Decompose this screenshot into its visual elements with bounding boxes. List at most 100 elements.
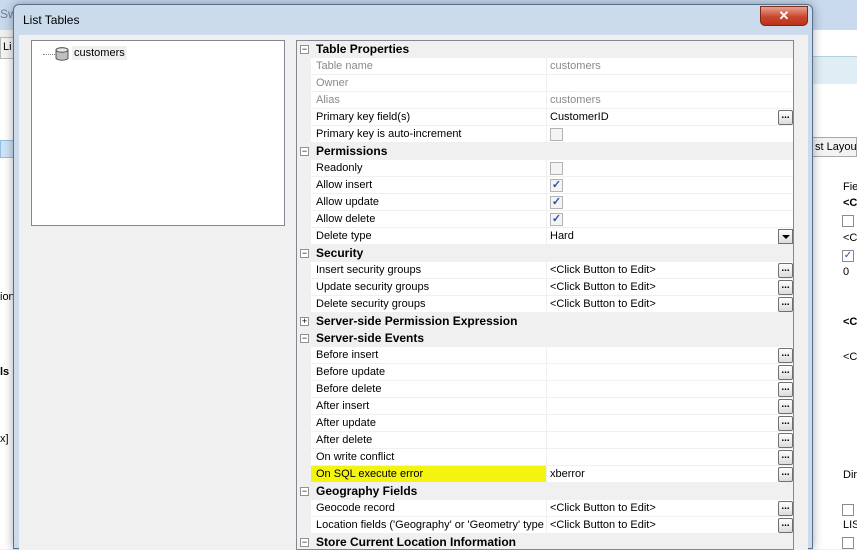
- ellipsis-button[interactable]: ...: [778, 433, 793, 448]
- property-row[interactable]: Location fields ('Geography' or 'Geometr…: [297, 517, 793, 534]
- ellipsis-button[interactable]: ...: [778, 365, 793, 380]
- property-row[interactable]: Before insert...: [297, 347, 793, 364]
- property-value: customers: [547, 92, 793, 109]
- collapse-icon[interactable]: −: [300, 487, 309, 496]
- checked-checkbox[interactable]: ✓: [550, 179, 563, 192]
- ellipsis-button[interactable]: ...: [778, 399, 793, 414]
- property-value-text: <Click Button to Edit>: [550, 298, 656, 310]
- tree-item-customers[interactable]: customers: [72, 46, 127, 60]
- property-value[interactable]: <Click Button to Edit>...: [547, 279, 793, 296]
- property-name: Location fields ('Geography' or 'Geometr…: [311, 517, 547, 534]
- property-row[interactable]: Owner: [297, 75, 793, 92]
- category-row[interactable]: − Permissions: [297, 143, 793, 160]
- property-row[interactable]: Before delete...: [297, 381, 793, 398]
- category-row[interactable]: − Table Properties: [297, 41, 793, 58]
- ellipsis-button[interactable]: ...: [778, 297, 793, 312]
- background-right-checkbox[interactable]: [842, 504, 854, 516]
- property-value[interactable]: ...: [547, 415, 793, 432]
- ellipsis-button[interactable]: ...: [778, 416, 793, 431]
- property-value[interactable]: ...: [547, 364, 793, 381]
- property-row[interactable]: Primary key is auto-increment: [297, 126, 793, 143]
- category-row[interactable]: − Server-side Events: [297, 330, 793, 347]
- property-value[interactable]: ...: [547, 449, 793, 466]
- property-value-text: customers: [550, 60, 601, 72]
- property-row[interactable]: Geocode record <Click Button to Edit>...: [297, 500, 793, 517]
- property-value[interactable]: <Click Button to Edit>...: [547, 262, 793, 279]
- checked-checkbox[interactable]: ✓: [550, 196, 563, 209]
- background-right-checkbox[interactable]: [842, 215, 854, 227]
- property-row[interactable]: On SQL execute error xberror...: [297, 466, 793, 483]
- property-row[interactable]: Before update...: [297, 364, 793, 381]
- property-row[interactable]: Allow update ✓: [297, 194, 793, 211]
- checked-checkbox[interactable]: ✓: [550, 213, 563, 226]
- property-value[interactable]: <Click Button to Edit>...: [547, 296, 793, 313]
- background-left-text: ls: [0, 366, 10, 378]
- background-tab-label: Li: [3, 41, 12, 53]
- property-value[interactable]: ✓: [547, 211, 793, 228]
- property-value[interactable]: [547, 160, 793, 177]
- property-value[interactable]: Hard: [547, 228, 793, 245]
- expand-icon[interactable]: +: [300, 317, 309, 326]
- background-right-tab[interactable]: st Layout: [812, 137, 857, 157]
- property-value[interactable]: ...: [547, 432, 793, 449]
- row-gutter: [297, 347, 311, 364]
- background-right-checkbox[interactable]: ✓: [842, 250, 854, 262]
- property-row[interactable]: On write conflict...: [297, 449, 793, 466]
- collapse-icon[interactable]: −: [300, 147, 309, 156]
- property-row[interactable]: Alias customers: [297, 92, 793, 109]
- category-row[interactable]: + Server-side Permission Expression: [297, 313, 793, 330]
- property-row[interactable]: Primary key field(s) CustomerID...: [297, 109, 793, 126]
- ellipsis-button[interactable]: ...: [778, 110, 793, 125]
- property-row[interactable]: Update security groups <Click Button to E…: [297, 279, 793, 296]
- close-button[interactable]: ✕: [760, 6, 808, 26]
- property-row[interactable]: Readonly: [297, 160, 793, 177]
- collapse-icon[interactable]: −: [300, 334, 309, 343]
- background-left-text: x]: [0, 433, 9, 445]
- property-value[interactable]: ...: [547, 381, 793, 398]
- background-right-checkbox[interactable]: [842, 537, 854, 549]
- ellipsis-button[interactable]: ...: [778, 280, 793, 295]
- property-value[interactable]: xberror...: [547, 466, 793, 483]
- property-value[interactable]: <Click Button to Edit>...: [547, 517, 793, 534]
- property-row[interactable]: Insert security groups <Click Button to E…: [297, 262, 793, 279]
- collapse-icon[interactable]: −: [300, 538, 309, 547]
- property-grid[interactable]: − Table Properties Table name customers Owne…: [296, 40, 794, 550]
- property-row[interactable]: Allow insert ✓: [297, 177, 793, 194]
- checkbox[interactable]: [550, 128, 563, 141]
- property-value[interactable]: ✓: [547, 194, 793, 211]
- category-label: Geography Fields: [316, 484, 418, 498]
- ellipsis-button[interactable]: ...: [778, 518, 793, 533]
- background-right-cell: LIS: [843, 519, 857, 531]
- background-right-tab-label: st Layout: [815, 141, 857, 153]
- property-value[interactable]: ✓: [547, 177, 793, 194]
- category-row[interactable]: − Store Current Location Information: [297, 534, 793, 549]
- property-value[interactable]: ...: [547, 398, 793, 415]
- ellipsis-button[interactable]: ...: [778, 348, 793, 363]
- collapse-icon[interactable]: −: [300, 45, 309, 54]
- checkbox[interactable]: [550, 162, 563, 175]
- category-row[interactable]: − Security: [297, 245, 793, 262]
- ellipsis-button[interactable]: ...: [778, 467, 793, 482]
- property-name: After delete: [311, 432, 547, 449]
- ellipsis-button[interactable]: ...: [778, 263, 793, 278]
- ellipsis-button[interactable]: ...: [778, 382, 793, 397]
- collapse-icon[interactable]: −: [300, 249, 309, 258]
- ellipsis-button[interactable]: ...: [778, 450, 793, 465]
- property-row[interactable]: Delete type Hard: [297, 228, 793, 245]
- property-row[interactable]: After insert...: [297, 398, 793, 415]
- property-row[interactable]: Allow delete ✓: [297, 211, 793, 228]
- property-row[interactable]: After update...: [297, 415, 793, 432]
- property-value[interactable]: <Click Button to Edit>...: [547, 500, 793, 517]
- property-name: Alias: [311, 92, 547, 109]
- property-value[interactable]: CustomerID...: [547, 109, 793, 126]
- category-row[interactable]: − Geography Fields: [297, 483, 793, 500]
- ellipsis-button[interactable]: ...: [778, 501, 793, 516]
- property-value[interactable]: ...: [547, 347, 793, 364]
- property-row[interactable]: Delete security groups <Click Button to E…: [297, 296, 793, 313]
- property-value[interactable]: [547, 126, 793, 143]
- chevron-down-icon[interactable]: [778, 229, 793, 244]
- table-tree[interactable]: customers: [31, 40, 285, 226]
- property-row[interactable]: After delete...: [297, 432, 793, 449]
- property-value-text: <Click Button to Edit>: [550, 502, 656, 514]
- property-row[interactable]: Table name customers: [297, 58, 793, 75]
